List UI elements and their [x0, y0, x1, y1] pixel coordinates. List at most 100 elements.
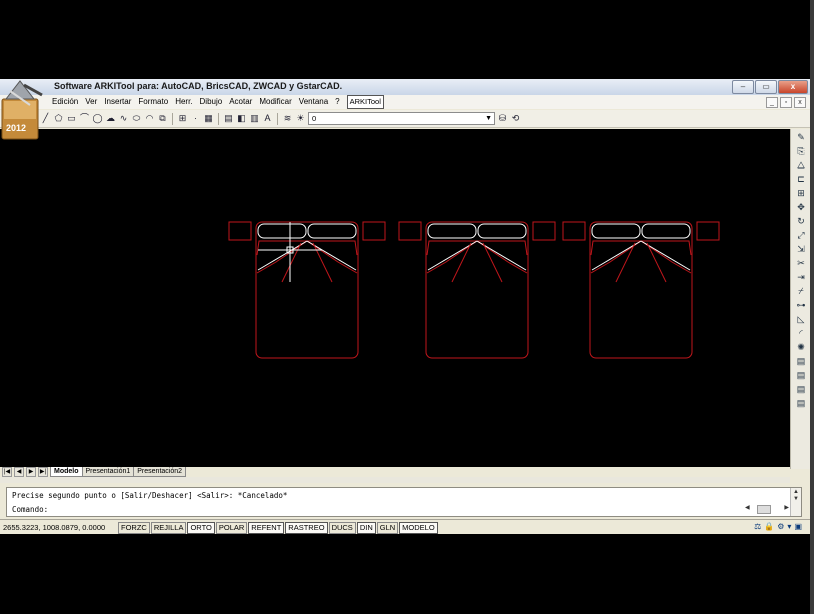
draworder-above-icon[interactable]: ▤ — [795, 383, 807, 395]
toggle-rejilla[interactable]: REJILLA — [150, 522, 187, 534]
scale-icon[interactable]: ⤢ — [795, 229, 807, 241]
draworder-under-icon[interactable]: ▤ — [795, 397, 807, 409]
polygon-icon[interactable]: ⬠ — [53, 113, 64, 124]
menu-item-formato[interactable]: Formato — [138, 97, 168, 109]
restore-button[interactable]: ▭ — [755, 80, 777, 94]
erase-icon[interactable]: ✎ — [795, 131, 807, 143]
menu-item-modificar[interactable]: Modificar — [259, 97, 291, 109]
fillet-icon[interactable]: ◜ — [795, 327, 807, 339]
drawing-canvas[interactable] — [0, 129, 790, 467]
menu-item-dibujo[interactable]: Dibujo — [200, 97, 223, 109]
scroll-left-icon[interactable]: ◀ — [745, 504, 750, 511]
menu-item-acotar[interactable]: Acotar — [229, 97, 252, 109]
hatch-icon[interactable]: ▦ — [203, 113, 214, 124]
insert-block-icon[interactable]: ⧉ — [157, 113, 168, 124]
scroll-right-icon[interactable]: ▶ — [784, 504, 789, 511]
command-prompt[interactable]: Comando: — [12, 505, 48, 514]
logo-graphic: 2012 — [1, 80, 43, 140]
layer-dropdown[interactable]: 0 ▼ — [308, 112, 495, 125]
command-hscroll[interactable]: ◀ ▶ — [745, 504, 789, 514]
ellipse-arc-icon[interactable]: ◠ — [144, 113, 155, 124]
toggle-rastreo[interactable]: RASTREO — [285, 522, 328, 534]
rectangle-icon[interactable]: ▭ — [66, 113, 77, 124]
mtext-icon[interactable]: A — [262, 113, 273, 124]
copy-icon[interactable]: ⎘ — [795, 145, 807, 157]
break-icon[interactable]: ⌿ — [795, 285, 807, 297]
toggle-ducs[interactable]: DUCS — [328, 522, 356, 534]
ellipse-icon[interactable]: ⬭ — [131, 113, 142, 124]
rotate-icon[interactable]: ↻ — [795, 215, 807, 227]
gradient-icon[interactable]: ▤ — [223, 113, 234, 124]
toggle-gln[interactable]: GLN — [376, 522, 399, 534]
tab-modelo[interactable]: Modelo — [50, 467, 83, 477]
toggle-refent[interactable]: REFENT — [248, 522, 285, 534]
make-block-icon[interactable]: ⊞ — [177, 113, 188, 124]
status-tray: ⚖ 🔒 ⚙ ▾ ▣ — [754, 522, 802, 531]
layer-manager-icon[interactable]: ≋ — [282, 113, 293, 124]
menu-item-herr[interactable]: Herr. — [175, 97, 192, 109]
drawing-restore-button[interactable]: ▫ — [780, 97, 792, 108]
lightbulb-icon[interactable]: ☀ — [295, 113, 306, 124]
prev-tab-icon[interactable]: ◀ — [14, 467, 24, 477]
arc-icon[interactable]: ⌒ — [79, 113, 90, 124]
stretch-icon[interactable]: ⇲ — [795, 243, 807, 255]
last-tab-icon[interactable]: ▶| — [38, 467, 48, 477]
region-icon[interactable]: ◧ — [236, 113, 247, 124]
menu-item-insertar[interactable]: Insertar — [104, 97, 131, 109]
arkitool-menu[interactable]: ARKITool — [346, 95, 384, 109]
tab-presentación2[interactable]: Presentación2 — [133, 467, 187, 477]
toggle-polar[interactable]: POLAR — [215, 522, 248, 534]
make-layer-current-icon[interactable]: ⛁ — [497, 113, 508, 124]
lock-icon[interactable]: 🔒 — [764, 522, 774, 531]
drafting-toggles: FORZC REJILLA ORTO POLAR REFENT RASTREO DUCS DI… — [118, 522, 438, 534]
explode-icon[interactable]: ✺ — [795, 341, 807, 353]
scroll-up-icon[interactable]: ▲ — [791, 489, 801, 495]
cloud-icon[interactable]: ☁ — [105, 113, 116, 124]
scroll-down-icon[interactable]: ▼ — [791, 496, 801, 502]
title-bar[interactable]: Software ARKITool para: AutoCAD, BricsCA… — [0, 79, 810, 96]
layer-previous-icon[interactable]: ⟲ — [510, 113, 521, 124]
menu-item-ver[interactable]: Ver — [85, 97, 97, 109]
command-window[interactable]: Precise segundo punto o [Salir/Deshacer]… — [6, 487, 802, 517]
scroll-thumb[interactable] — [757, 505, 771, 514]
close-button[interactable]: x — [778, 80, 808, 94]
toggle-orto[interactable]: ORTO — [187, 522, 215, 534]
command-scrollbar[interactable]: ▲ ▼ — [790, 488, 801, 516]
table-icon[interactable]: ▥ — [249, 113, 260, 124]
menu-item-?[interactable]: ? — [335, 97, 339, 109]
menu-item-ventana[interactable]: Ventana — [299, 97, 328, 109]
annotation-scale-icon[interactable]: ⚖ — [754, 522, 761, 531]
modify-toolbar: ✎ ⎘ ⧋ ⊏ ⊞ ✥ ↻ ⤢ ⇲ ✂ ⇥ ⌿ ⊶ ◺ ◜ ✺ ▤ ▤ ▤ ▤ — [790, 129, 811, 469]
point-icon[interactable]: · — [190, 113, 201, 124]
extend-icon[interactable]: ⇥ — [795, 271, 807, 283]
circle-icon[interactable]: ◯ — [92, 113, 103, 124]
move-icon[interactable]: ✥ — [795, 201, 807, 213]
next-tab-icon[interactable]: ▶ — [26, 467, 36, 477]
offset-icon[interactable]: ⊏ — [795, 173, 807, 185]
chevron-down-icon[interactable]: ▼ — [485, 113, 492, 124]
toggle-forzc[interactable]: FORZC — [118, 522, 150, 534]
menu-item-edicin[interactable]: Edición — [52, 97, 78, 109]
draworder-front-icon[interactable]: ▤ — [795, 355, 807, 367]
blanket-crease-right — [646, 242, 667, 283]
minimize-button[interactable]: – — [732, 80, 754, 94]
toggle-din[interactable]: DIN — [356, 522, 376, 534]
mirror-icon[interactable]: ⧋ — [795, 159, 807, 171]
trim-icon[interactable]: ✂ — [795, 257, 807, 269]
drawing-close-button[interactable]: x — [794, 97, 806, 108]
join-icon[interactable]: ⊶ — [795, 299, 807, 311]
command-history: Precise segundo punto o [Salir/Deshacer]… — [12, 491, 288, 500]
tab-presentación1[interactable]: Presentación1 — [81, 467, 135, 477]
horizontal-scrollbar[interactable] — [0, 477, 790, 483]
draworder-back-icon[interactable]: ▤ — [795, 369, 807, 381]
nightstand-left — [228, 221, 252, 241]
array-icon[interactable]: ⊞ — [795, 187, 807, 199]
drawing-minimize-button[interactable]: _ — [766, 97, 778, 108]
status-menu-icon[interactable]: ▾ — [787, 522, 791, 531]
clean-screen-icon[interactable]: ▣ — [794, 522, 802, 531]
spline-icon[interactable]: ∿ — [118, 113, 129, 124]
workspace-icon[interactable]: ⚙ — [777, 522, 784, 531]
toggle-modelo[interactable]: MODELO — [399, 522, 438, 534]
first-tab-icon[interactable]: |◀ — [2, 467, 12, 477]
chamfer-icon[interactable]: ◺ — [795, 313, 807, 325]
